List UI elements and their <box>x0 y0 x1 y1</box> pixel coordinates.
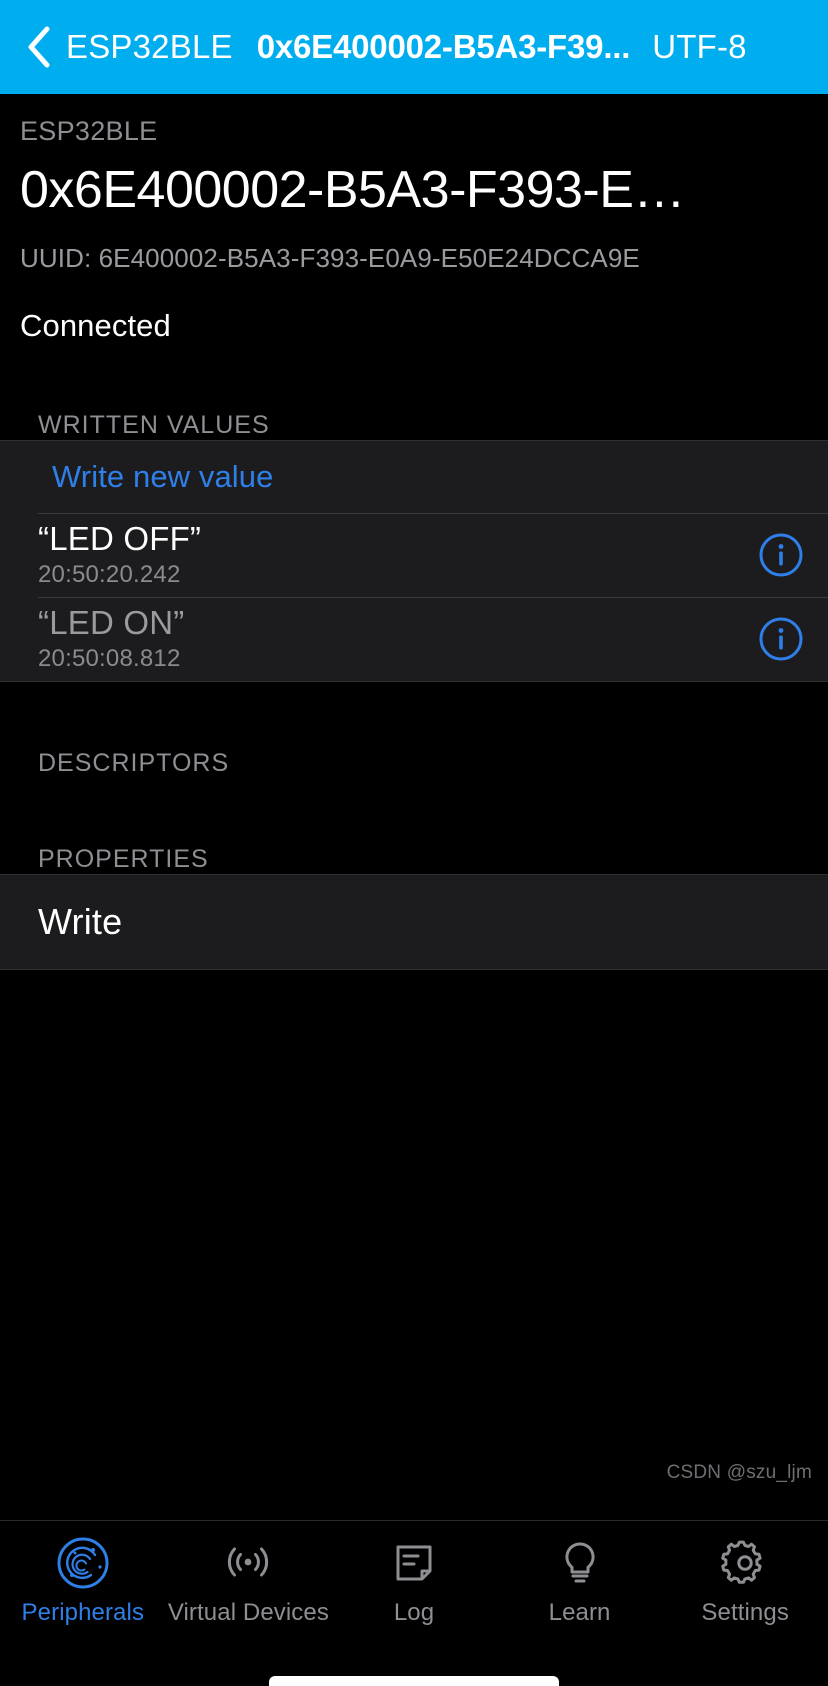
app-screen: ESP32BLE 0x6E400002-B5A3-F39... UTF-8 ES… <box>0 0 828 1686</box>
characteristic-title: 0x6E400002-B5A3-F393-E… <box>20 161 685 219</box>
tab-peripherals[interactable]: Peripherals <box>0 1535 166 1627</box>
chevron-left-icon <box>24 24 54 70</box>
write-new-value-label: Write new value <box>52 458 274 494</box>
write-new-value-button[interactable]: Write new value <box>0 440 828 513</box>
encoding-selector[interactable]: UTF-8 <box>652 28 747 66</box>
uuid-line: UUID: 6E400002-B5A3-F393-E0A9-E50E24DCCA… <box>20 242 640 273</box>
watermark: CSDN @szu_ljm <box>666 1462 812 1483</box>
written-value-texts: “LED OFF” 20:50:20.242 <box>38 522 742 587</box>
tab-label: Peripherals <box>21 1599 145 1626</box>
section-header-properties: PROPERTIES <box>0 777 828 874</box>
tab-label: Learn <box>548 1599 611 1626</box>
tab-label: Settings <box>701 1599 789 1626</box>
written-value-timestamp: 20:50:08.812 <box>38 645 181 673</box>
device-name: ESP32BLE <box>20 116 158 146</box>
written-values-group: Write new value “LED OFF” 20:50:20.242 “… <box>0 439 828 682</box>
navigation-bar: ESP32BLE 0x6E400002-B5A3-F39... UTF-8 <box>0 0 828 94</box>
lightbulb-icon <box>552 1535 608 1591</box>
info-circle-icon[interactable] <box>758 616 804 662</box>
tab-virtual-devices[interactable]: Virtual Devices <box>166 1535 332 1627</box>
home-indicator[interactable] <box>269 1676 559 1686</box>
gear-icon <box>717 1535 773 1591</box>
written-value-texts: “LED ON” 20:50:08.812 <box>38 606 742 671</box>
note-lines-icon <box>386 1535 442 1591</box>
empty-area <box>0 969 828 1430</box>
tab-label: Virtual Devices <box>167 1599 329 1626</box>
connection-status: Connected <box>20 307 171 343</box>
characteristic-header: ESP32BLE 0x6E400002-B5A3-F393-E… UUID: 6… <box>0 94 828 344</box>
tab-log[interactable]: Log <box>331 1535 497 1627</box>
section-header-descriptors: DESCRIPTORS <box>0 681 828 778</box>
written-value-text: “LED OFF” <box>38 520 202 558</box>
home-indicator-area <box>0 1660 828 1686</box>
written-value-row[interactable]: “LED ON” 20:50:08.812 <box>0 596 828 681</box>
broadcast-waves-icon <box>220 1535 276 1591</box>
back-button[interactable] <box>22 24 56 70</box>
navbar-title: 0x6E400002-B5A3-F39... <box>256 28 631 65</box>
tab-settings[interactable]: Settings <box>662 1535 828 1627</box>
properties-group: Write <box>0 873 828 970</box>
tab-label: Log <box>393 1599 435 1626</box>
written-value-row[interactable]: “LED OFF” 20:50:20.242 <box>0 512 828 597</box>
radar-peripherals-icon <box>55 1535 111 1591</box>
tab-learn[interactable]: Learn <box>497 1535 663 1627</box>
property-label: Write <box>38 900 123 942</box>
back-label[interactable]: ESP32BLE <box>66 28 233 66</box>
info-circle-icon[interactable] <box>758 532 804 578</box>
written-value-timestamp: 20:50:20.242 <box>38 561 181 589</box>
property-row-write: Write <box>0 874 828 969</box>
section-header-written-values: WRITTEN VALUES <box>0 343 828 440</box>
tab-bar: Peripherals Virtual Devices Log Learn Se… <box>0 1520 828 1660</box>
scroll-content: ESP32BLE 0x6E400002-B5A3-F393-E… UUID: 6… <box>0 94 828 1520</box>
written-value-text: “LED ON” <box>38 604 185 642</box>
